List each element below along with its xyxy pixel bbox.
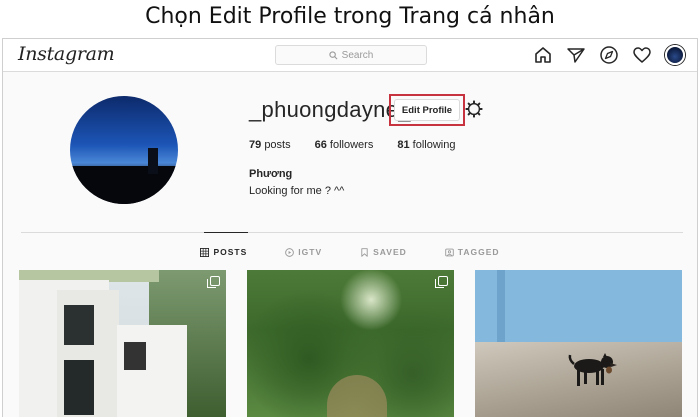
search-icon [329, 50, 338, 59]
tab-igtv[interactable]: IGTV [285, 247, 322, 257]
profile-username: _phuongdayne_ [249, 97, 411, 122]
tabs-divider [21, 232, 683, 233]
post1-building-right [117, 325, 187, 417]
home-icon[interactable] [533, 45, 553, 65]
profile-avatar[interactable] [665, 45, 685, 65]
multiple-photos-icon [207, 276, 220, 288]
tab-saved[interactable]: SAVED [360, 247, 407, 257]
following-stat[interactable]: 81 following [397, 139, 455, 151]
followers-stat[interactable]: 66 followers [315, 139, 374, 151]
activity-heart-icon[interactable] [632, 45, 652, 65]
nav-icon-group [533, 45, 685, 65]
profile-full-name: Phương [249, 168, 293, 180]
post-thumbnail-dog[interactable] [475, 270, 682, 417]
post-thumbnail-forest[interactable] [247, 270, 454, 417]
tab-tagged[interactable]: TAGGED [445, 247, 500, 257]
post1-window-right [124, 342, 146, 370]
profile-picture[interactable] [70, 96, 178, 204]
avatar-tower [148, 148, 158, 174]
post1-window-upper [64, 305, 94, 345]
explore-icon[interactable] [599, 45, 619, 65]
search-placeholder: Search [341, 49, 374, 61]
grid-icon [200, 247, 210, 257]
edit-profile-button[interactable]: Edit Profile [394, 99, 460, 121]
igtv-icon [285, 247, 295, 257]
tab-posts[interactable]: POSTS [200, 247, 247, 257]
tag-icon [445, 248, 454, 256]
post-thumbnail-building[interactable] [19, 270, 226, 417]
direct-icon[interactable] [566, 45, 586, 65]
profile-bio: Looking for me ? ^^ [249, 185, 345, 197]
bookmark-icon [361, 247, 368, 257]
multiple-photos-icon [435, 276, 448, 288]
top-navbar: Instagram Search [3, 39, 697, 72]
dog-figure [568, 353, 617, 386]
profile-tabs: POSTS IGTV SAVED TAGGED [3, 247, 697, 257]
avatar-city-silhouette [70, 166, 178, 204]
posts-stat: 79 posts [249, 139, 291, 151]
profile-stats: 79 posts 66 followers 81 following [249, 139, 455, 151]
instagram-logo[interactable]: Instagram [18, 43, 115, 65]
edit-profile-highlight: Edit Profile [389, 94, 465, 126]
image-caption: Chọn Edit Profile trong Trang cá nhân [145, 4, 555, 29]
instagram-window: Instagram Search _phuongdayne_ Edit Prof… [2, 38, 698, 417]
settings-gear-icon[interactable] [465, 100, 483, 118]
post1-window-lower [64, 360, 94, 415]
active-tab-indicator [204, 232, 248, 233]
search-input[interactable]: Search [275, 45, 427, 65]
